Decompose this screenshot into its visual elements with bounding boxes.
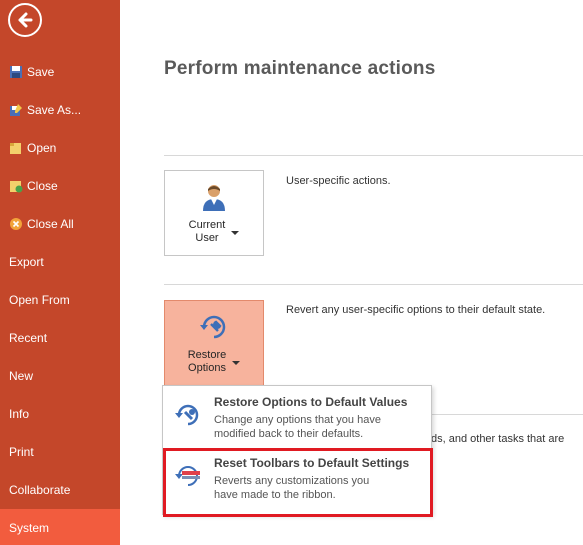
- divider: [164, 284, 583, 285]
- current-user-button[interactable]: Current User: [164, 170, 264, 256]
- chevron-down-icon: [231, 231, 240, 235]
- sidebar-item-label: Save As...: [27, 103, 82, 117]
- sidebar-item-label: Open: [27, 141, 57, 155]
- restore-wrench-icon: [175, 404, 199, 426]
- sidebar-item-label: Close All: [27, 217, 74, 231]
- restore-options-description: Revert any user-specific options to thei…: [286, 304, 546, 316]
- sidebar-item-label: New: [9, 369, 34, 383]
- sidebar: Save Save As... Open Close Close All Exp…: [0, 0, 120, 545]
- sidebar-item-info[interactable]: Info: [0, 395, 120, 433]
- menu-item-description-line2: modified back to their defaults.: [214, 428, 364, 440]
- sidebar-item-close-all[interactable]: Close All: [0, 205, 120, 243]
- sidebar-item-new[interactable]: New: [0, 357, 120, 395]
- save-icon: [10, 66, 22, 78]
- sidebar-item-save[interactable]: Save: [0, 53, 120, 91]
- divider: [164, 155, 583, 156]
- sidebar-item-open[interactable]: Open: [0, 129, 120, 167]
- menu-item-description-line1: Reverts any customizations you: [214, 475, 370, 487]
- sidebar-item-label: Export: [9, 255, 44, 269]
- sidebar-item-export[interactable]: Export: [0, 243, 120, 281]
- restore-options-label-line1: Restore: [187, 349, 227, 361]
- sidebar-item-label: Close: [27, 179, 58, 193]
- open-folder-icon: [10, 143, 21, 154]
- sidebar-item-print[interactable]: Print: [0, 433, 120, 471]
- back-button[interactable]: [8, 3, 42, 37]
- save-as-icon: [10, 104, 22, 116]
- sidebar-item-recent[interactable]: Recent: [0, 319, 120, 357]
- chevron-down-icon: [232, 361, 241, 365]
- current-user-label-line1: Current: [188, 219, 226, 231]
- menu-item-description-line2: have made to the ribbon.: [214, 489, 336, 501]
- menu-item-title: Restore Options to Default Values: [214, 395, 408, 409]
- sidebar-item-label: Recent: [9, 331, 48, 345]
- sidebar-item-open-from[interactable]: Open From: [0, 281, 120, 319]
- sidebar-item-label: System: [9, 521, 50, 535]
- menu-item-reset-toolbars[interactable]: Reset Toolbars to Default Settings Rever…: [163, 449, 431, 505]
- current-user-description: User-specific actions.: [286, 175, 391, 187]
- sidebar-item-close[interactable]: Close: [0, 167, 120, 205]
- close-all-icon: [10, 218, 22, 230]
- menu-item-title: Reset Toolbars to Default Settings: [214, 456, 410, 470]
- restore-options-dropdown: Restore Options to Default Values Change…: [162, 385, 432, 515]
- current-user-label-line2: User: [195, 232, 219, 244]
- restore-wrench-icon: [200, 315, 226, 339]
- partial-description: ds, and other tasks that are: [431, 433, 565, 445]
- restore-options-label-line2: Options: [188, 362, 226, 374]
- back-arrow-icon: [18, 12, 33, 28]
- sidebar-item-label: Info: [9, 407, 30, 421]
- sidebar-item-label: Print: [9, 445, 34, 459]
- restore-options-button[interactable]: Restore Options: [164, 300, 264, 386]
- sidebar-item-label: Collaborate: [9, 483, 71, 497]
- menu-item-description-line1: Change any options that you have: [214, 414, 381, 426]
- sidebar-item-system[interactable]: System: [0, 509, 120, 545]
- sidebar-item-collaborate[interactable]: Collaborate: [0, 471, 120, 509]
- sidebar-item-label: Save: [27, 65, 55, 79]
- user-icon: [203, 185, 225, 211]
- reset-toolbar-icon: [175, 466, 200, 486]
- sidebar-item-save-as[interactable]: Save As...: [0, 91, 120, 129]
- close-document-icon: [10, 181, 23, 193]
- page-title: Perform maintenance actions: [164, 58, 436, 79]
- sidebar-item-label: Open From: [9, 293, 70, 307]
- menu-item-restore-options-defaults[interactable]: Restore Options to Default Values Change…: [163, 388, 431, 444]
